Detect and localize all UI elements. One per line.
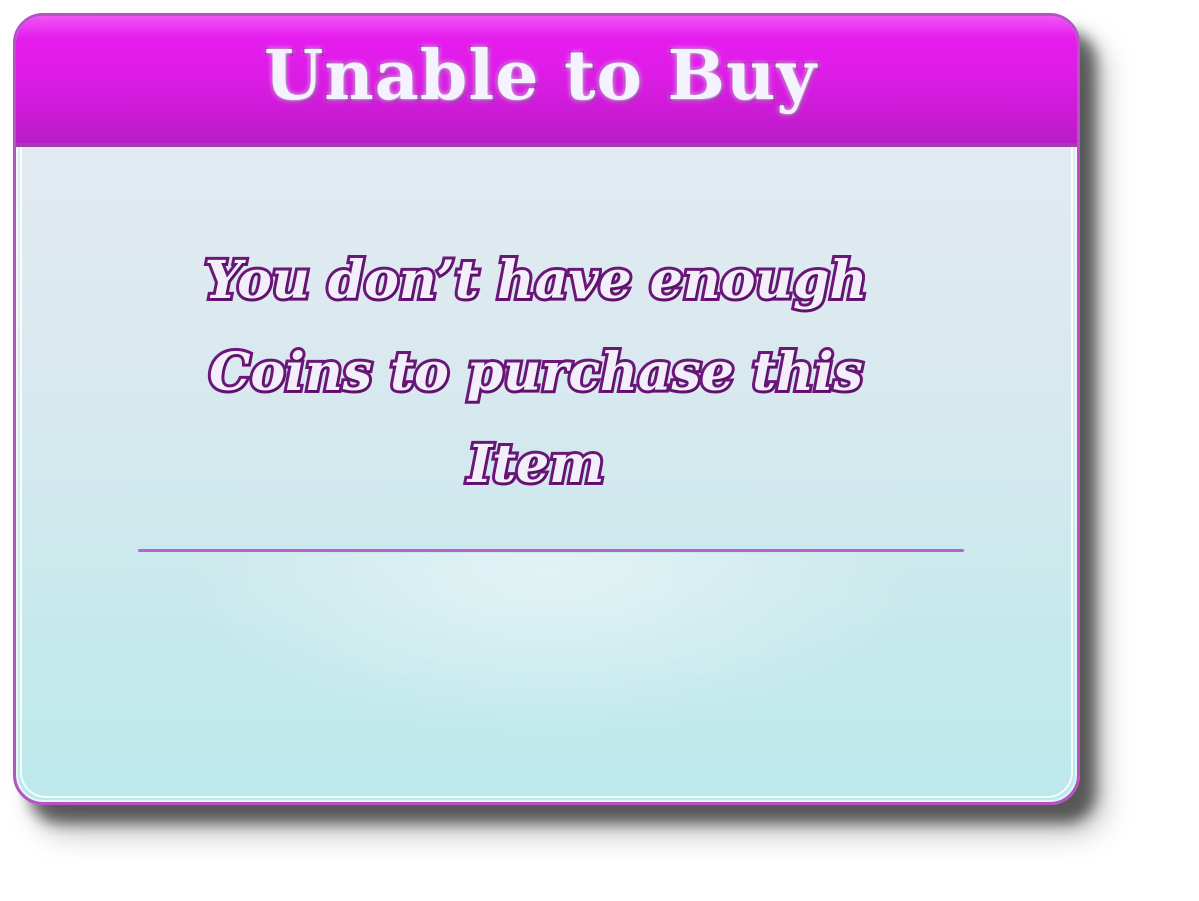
dialog-title: Unable to Buy xyxy=(263,34,818,117)
message-line-3: Item xyxy=(465,431,607,498)
message-divider xyxy=(138,549,964,552)
dialog-header: Unable to Buy xyxy=(16,16,1077,147)
dialog-message: You don’t have enough Coins to purchase … xyxy=(136,235,936,511)
message-line-2: Coins to purchase this xyxy=(206,339,866,406)
button-area-glow xyxy=(156,553,946,753)
unable-to-buy-dialog: Unable to Buy You don’t have enough Coin… xyxy=(13,13,1080,805)
dialog-body: You don’t have enough Coins to purchase … xyxy=(16,147,1077,802)
message-line-1: You don’t have enough xyxy=(202,247,871,314)
